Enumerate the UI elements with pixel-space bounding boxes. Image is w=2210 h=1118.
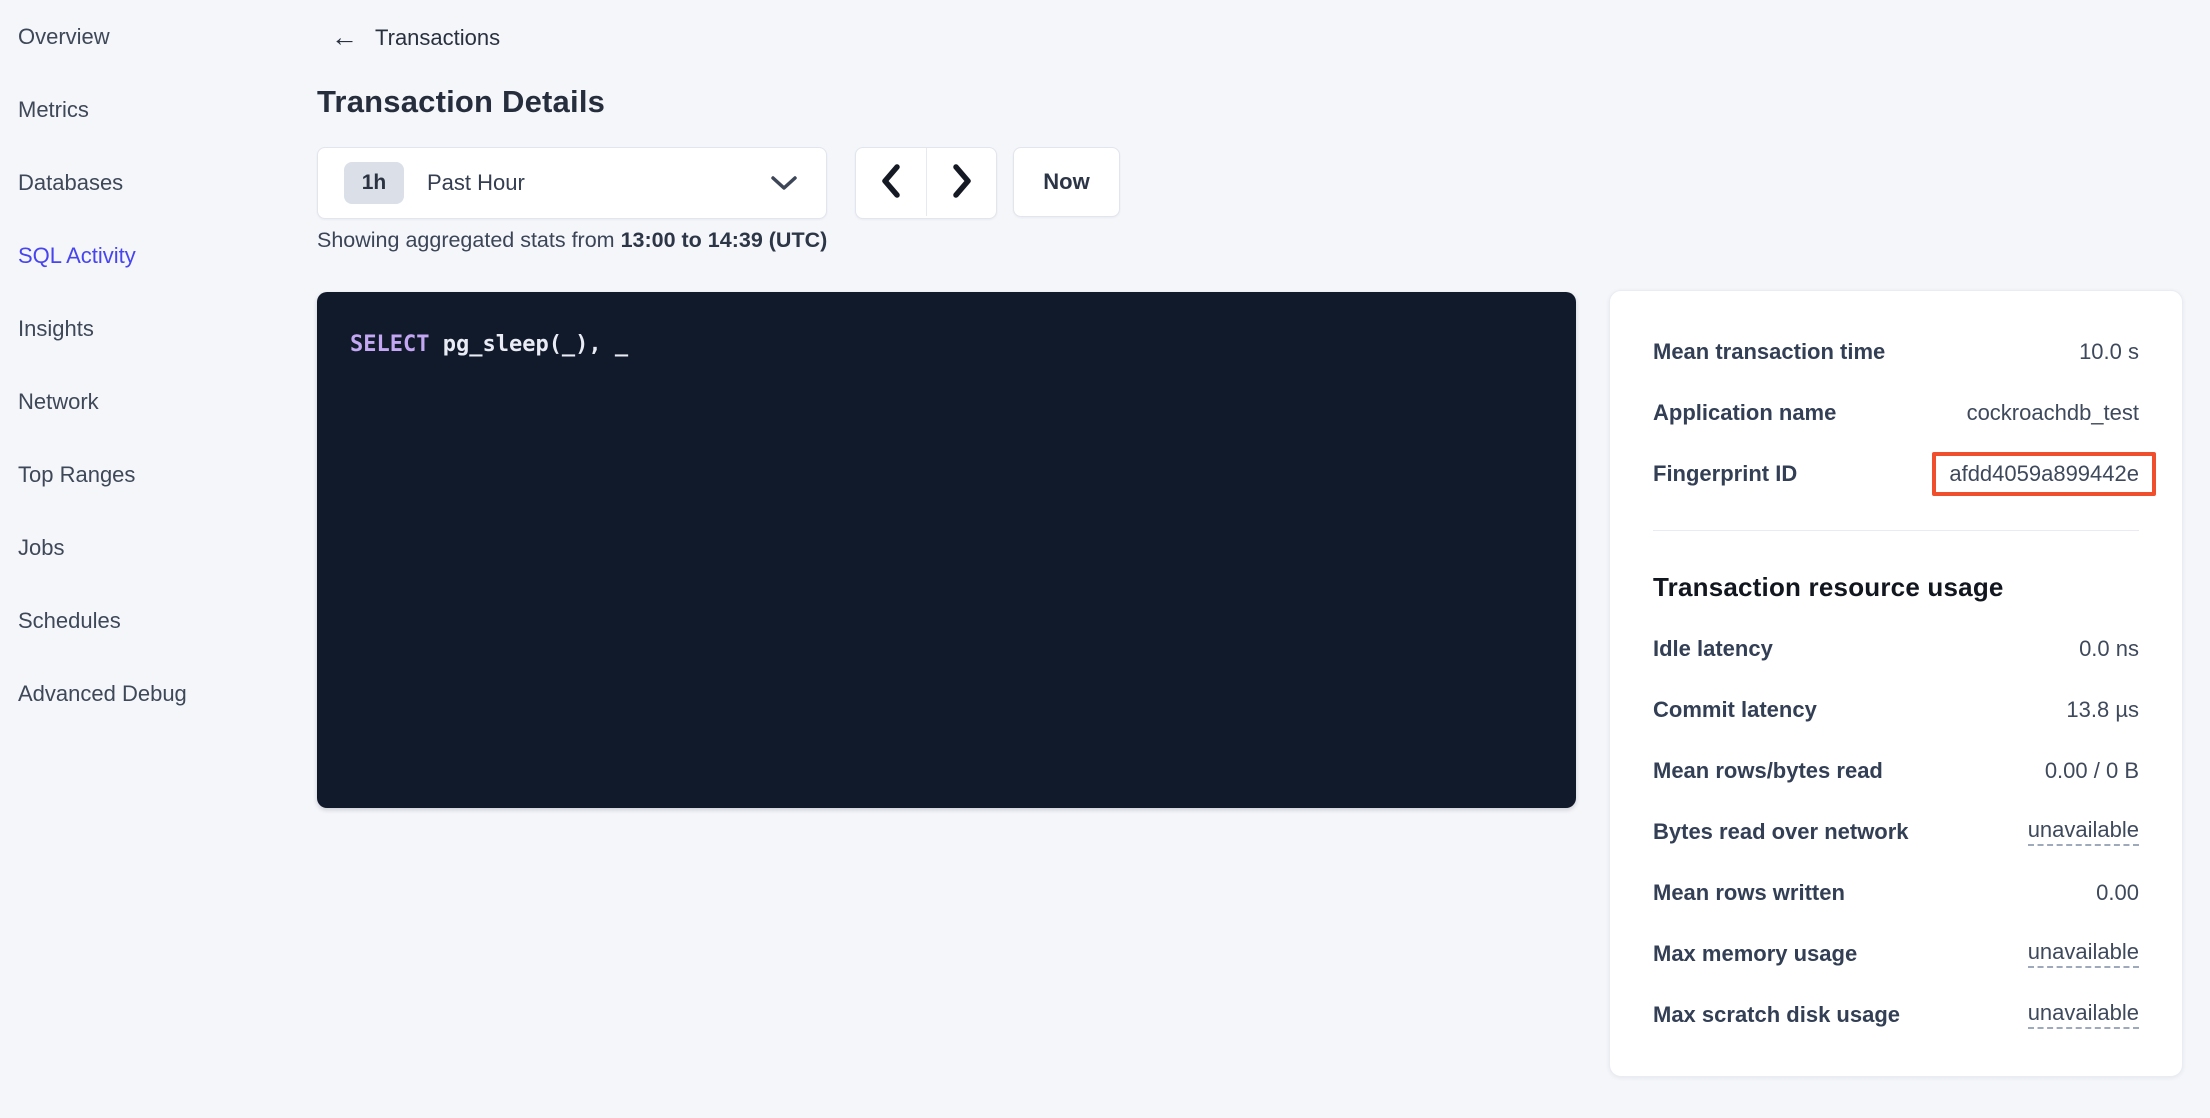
sidebar-item-label: Databases	[18, 170, 123, 196]
sidebar-item-label: Overview	[18, 24, 110, 50]
card-divider	[1653, 530, 2139, 531]
detail-row: Mean transaction time 10.0 s	[1653, 321, 2139, 382]
detail-value: afdd4059a899442e	[1932, 452, 2156, 496]
detail-label: Commit latency	[1653, 697, 1817, 723]
detail-value: 0.00	[2096, 880, 2139, 906]
sidebar-item[interactable]: Databases	[0, 146, 300, 219]
sidebar-item-label: Network	[18, 389, 99, 415]
prev-time-button[interactable]	[856, 148, 926, 216]
detail-label: Max scratch disk usage	[1653, 1002, 1900, 1028]
chevron-right-icon	[951, 163, 973, 202]
sidebar-item[interactable]: Advanced Debug	[0, 657, 300, 730]
detail-value: unavailable	[2028, 817, 2139, 846]
sidebar-item[interactable]: Network	[0, 365, 300, 438]
page-title: Transaction Details	[317, 84, 605, 120]
sidebar-item[interactable]: Schedules	[0, 584, 300, 657]
detail-value: 10.0 s	[2079, 339, 2139, 365]
stats-range: 13:00 to 14:39 (UTC)	[621, 228, 828, 252]
detail-value: 0.00 / 0 B	[2045, 758, 2139, 784]
breadcrumb-label: Transactions	[375, 25, 500, 51]
sidebar-item[interactable]: Top Ranges	[0, 438, 300, 511]
next-time-button[interactable]	[926, 148, 996, 216]
detail-row: Bytes read over network unavailable	[1653, 801, 2139, 862]
detail-value: unavailable	[2028, 939, 2139, 968]
detail-row: Mean rows/bytes read 0.00 / 0 B	[1653, 740, 2139, 801]
detail-label: Mean rows written	[1653, 880, 1845, 906]
chevron-down-icon	[771, 176, 797, 191]
sql-statement-box: SELECT pg_sleep(_), _	[317, 292, 1576, 808]
sql-statement-text: pg_sleep(_), _	[429, 332, 628, 357]
transaction-details-card: Mean transaction time 10.0 s Application…	[1609, 290, 2183, 1077]
time-range-dropdown[interactable]: 1h Past Hour	[317, 147, 827, 219]
now-button[interactable]: Now	[1013, 147, 1120, 217]
detail-row: Application name cockroachdb_test	[1653, 382, 2139, 443]
sidebar-item[interactable]: Insights	[0, 292, 300, 365]
summary-rows: Mean transaction time 10.0 s Application…	[1653, 321, 2139, 504]
resource-usage-heading: Transaction resource usage	[1653, 556, 2139, 618]
time-nav-button-group	[855, 147, 997, 219]
sidebar-item[interactable]: Metrics	[0, 73, 300, 146]
detail-label: Bytes read over network	[1653, 819, 1909, 845]
detail-label: Application name	[1653, 400, 1836, 426]
detail-label: Mean rows/bytes read	[1653, 758, 1883, 784]
detail-row: Idle latency 0.0 ns	[1653, 618, 2139, 679]
sidebar-item-label: Schedules	[18, 608, 121, 634]
sidebar-item-label: Metrics	[18, 97, 89, 123]
detail-value: 0.0 ns	[2079, 636, 2139, 662]
back-arrow-icon: ←	[331, 24, 358, 51]
detail-row: Mean rows written 0.00	[1653, 862, 2139, 923]
detail-row: Max scratch disk usage unavailable	[1653, 984, 2139, 1045]
sidebar-item-label: Advanced Debug	[18, 681, 187, 707]
detail-row: Fingerprint ID afdd4059a899442e	[1653, 443, 2139, 504]
sidebar-item-label: Insights	[18, 316, 94, 342]
resource-rows: Idle latency 0.0 ns Commit latency 13.8 …	[1653, 618, 2139, 1045]
time-range-badge: 1h	[344, 162, 404, 204]
chevron-left-icon	[880, 163, 902, 202]
detail-label: Fingerprint ID	[1653, 461, 1797, 487]
detail-value: 13.8 µs	[2066, 697, 2139, 723]
sql-keyword: SELECT	[350, 332, 429, 357]
detail-row: Max memory usage unavailable	[1653, 923, 2139, 984]
detail-label: Mean transaction time	[1653, 339, 1885, 365]
time-range-label: Past Hour	[427, 170, 525, 196]
sidebar-item[interactable]: SQL Activity	[0, 219, 300, 292]
sidebar-item-label: Jobs	[18, 535, 64, 561]
detail-value: unavailable	[2028, 1000, 2139, 1029]
breadcrumb-back-link[interactable]: ← Transactions	[331, 24, 500, 51]
detail-row: Commit latency 13.8 µs	[1653, 679, 2139, 740]
aggregated-stats-line: Showing aggregated stats from 13:00 to 1…	[317, 228, 827, 253]
detail-value: cockroachdb_test	[1967, 400, 2139, 426]
sidebar: Overview Metrics Databases SQL Activity …	[0, 0, 300, 730]
detail-label: Idle latency	[1653, 636, 1773, 662]
detail-label: Max memory usage	[1653, 941, 1857, 967]
sidebar-item-label: Top Ranges	[18, 462, 135, 488]
sidebar-item-label: SQL Activity	[18, 243, 136, 269]
sidebar-item[interactable]: Jobs	[0, 511, 300, 584]
sidebar-item[interactable]: Overview	[0, 0, 300, 73]
stats-prefix: Showing aggregated stats from	[317, 228, 621, 252]
